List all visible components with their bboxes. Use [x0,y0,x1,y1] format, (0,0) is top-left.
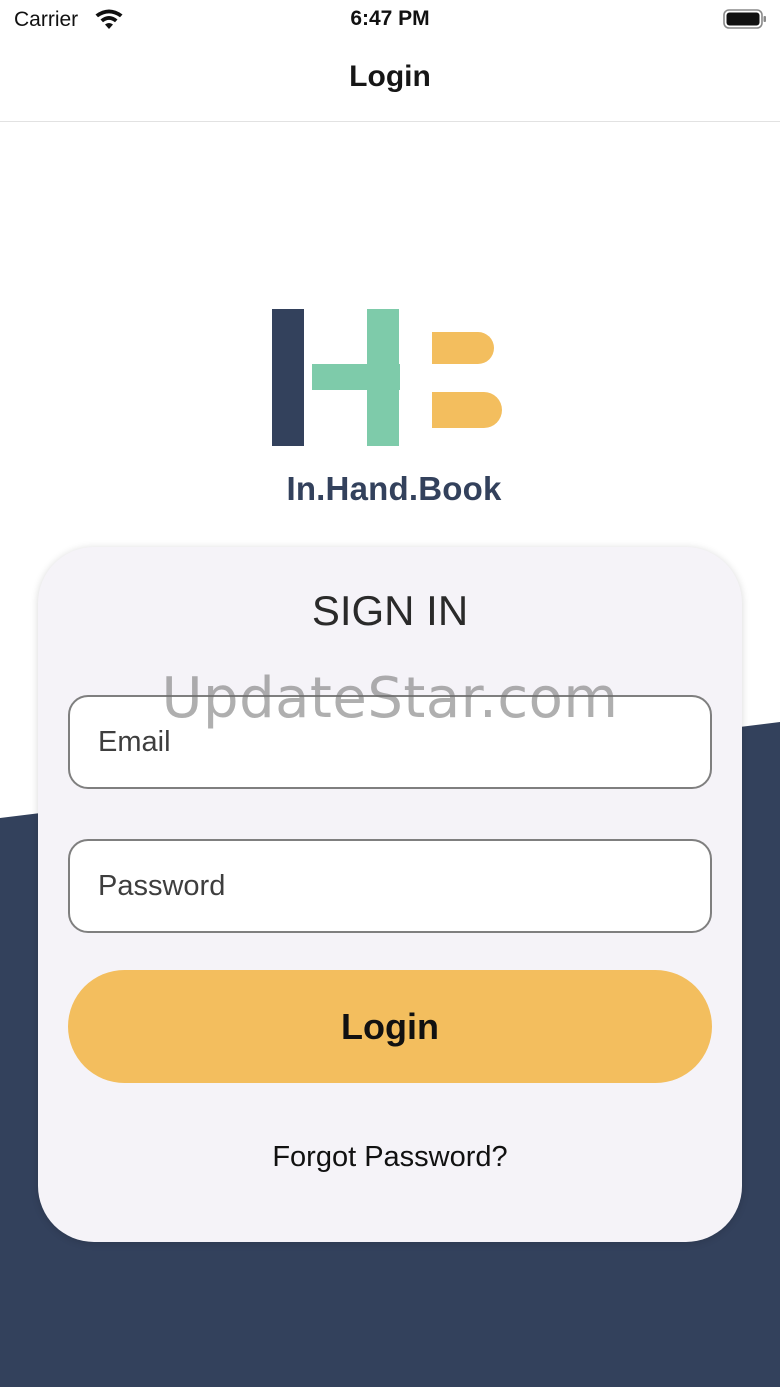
status-time: 6:47 PM [350,7,430,30]
forgot-password-link[interactable]: Forgot Password? [38,1141,742,1174]
sign-in-card: SIGN IN Login Forgot Password? [38,547,742,1242]
password-field[interactable] [70,841,710,931]
battery-icon [723,9,766,29]
password-field-container [68,839,712,933]
sign-in-title: SIGN IN [311,587,469,634]
email-field-container [68,695,712,789]
brand-name: In.Hand.Book [286,470,502,507]
navigation-bar: Login [0,40,780,122]
nav-title: Login [349,60,431,93]
status-bar: Carrier 6:47 PM [0,0,780,40]
login-button[interactable]: Login [68,970,712,1083]
email-field[interactable] [70,697,710,787]
hb-logo [272,309,502,446]
